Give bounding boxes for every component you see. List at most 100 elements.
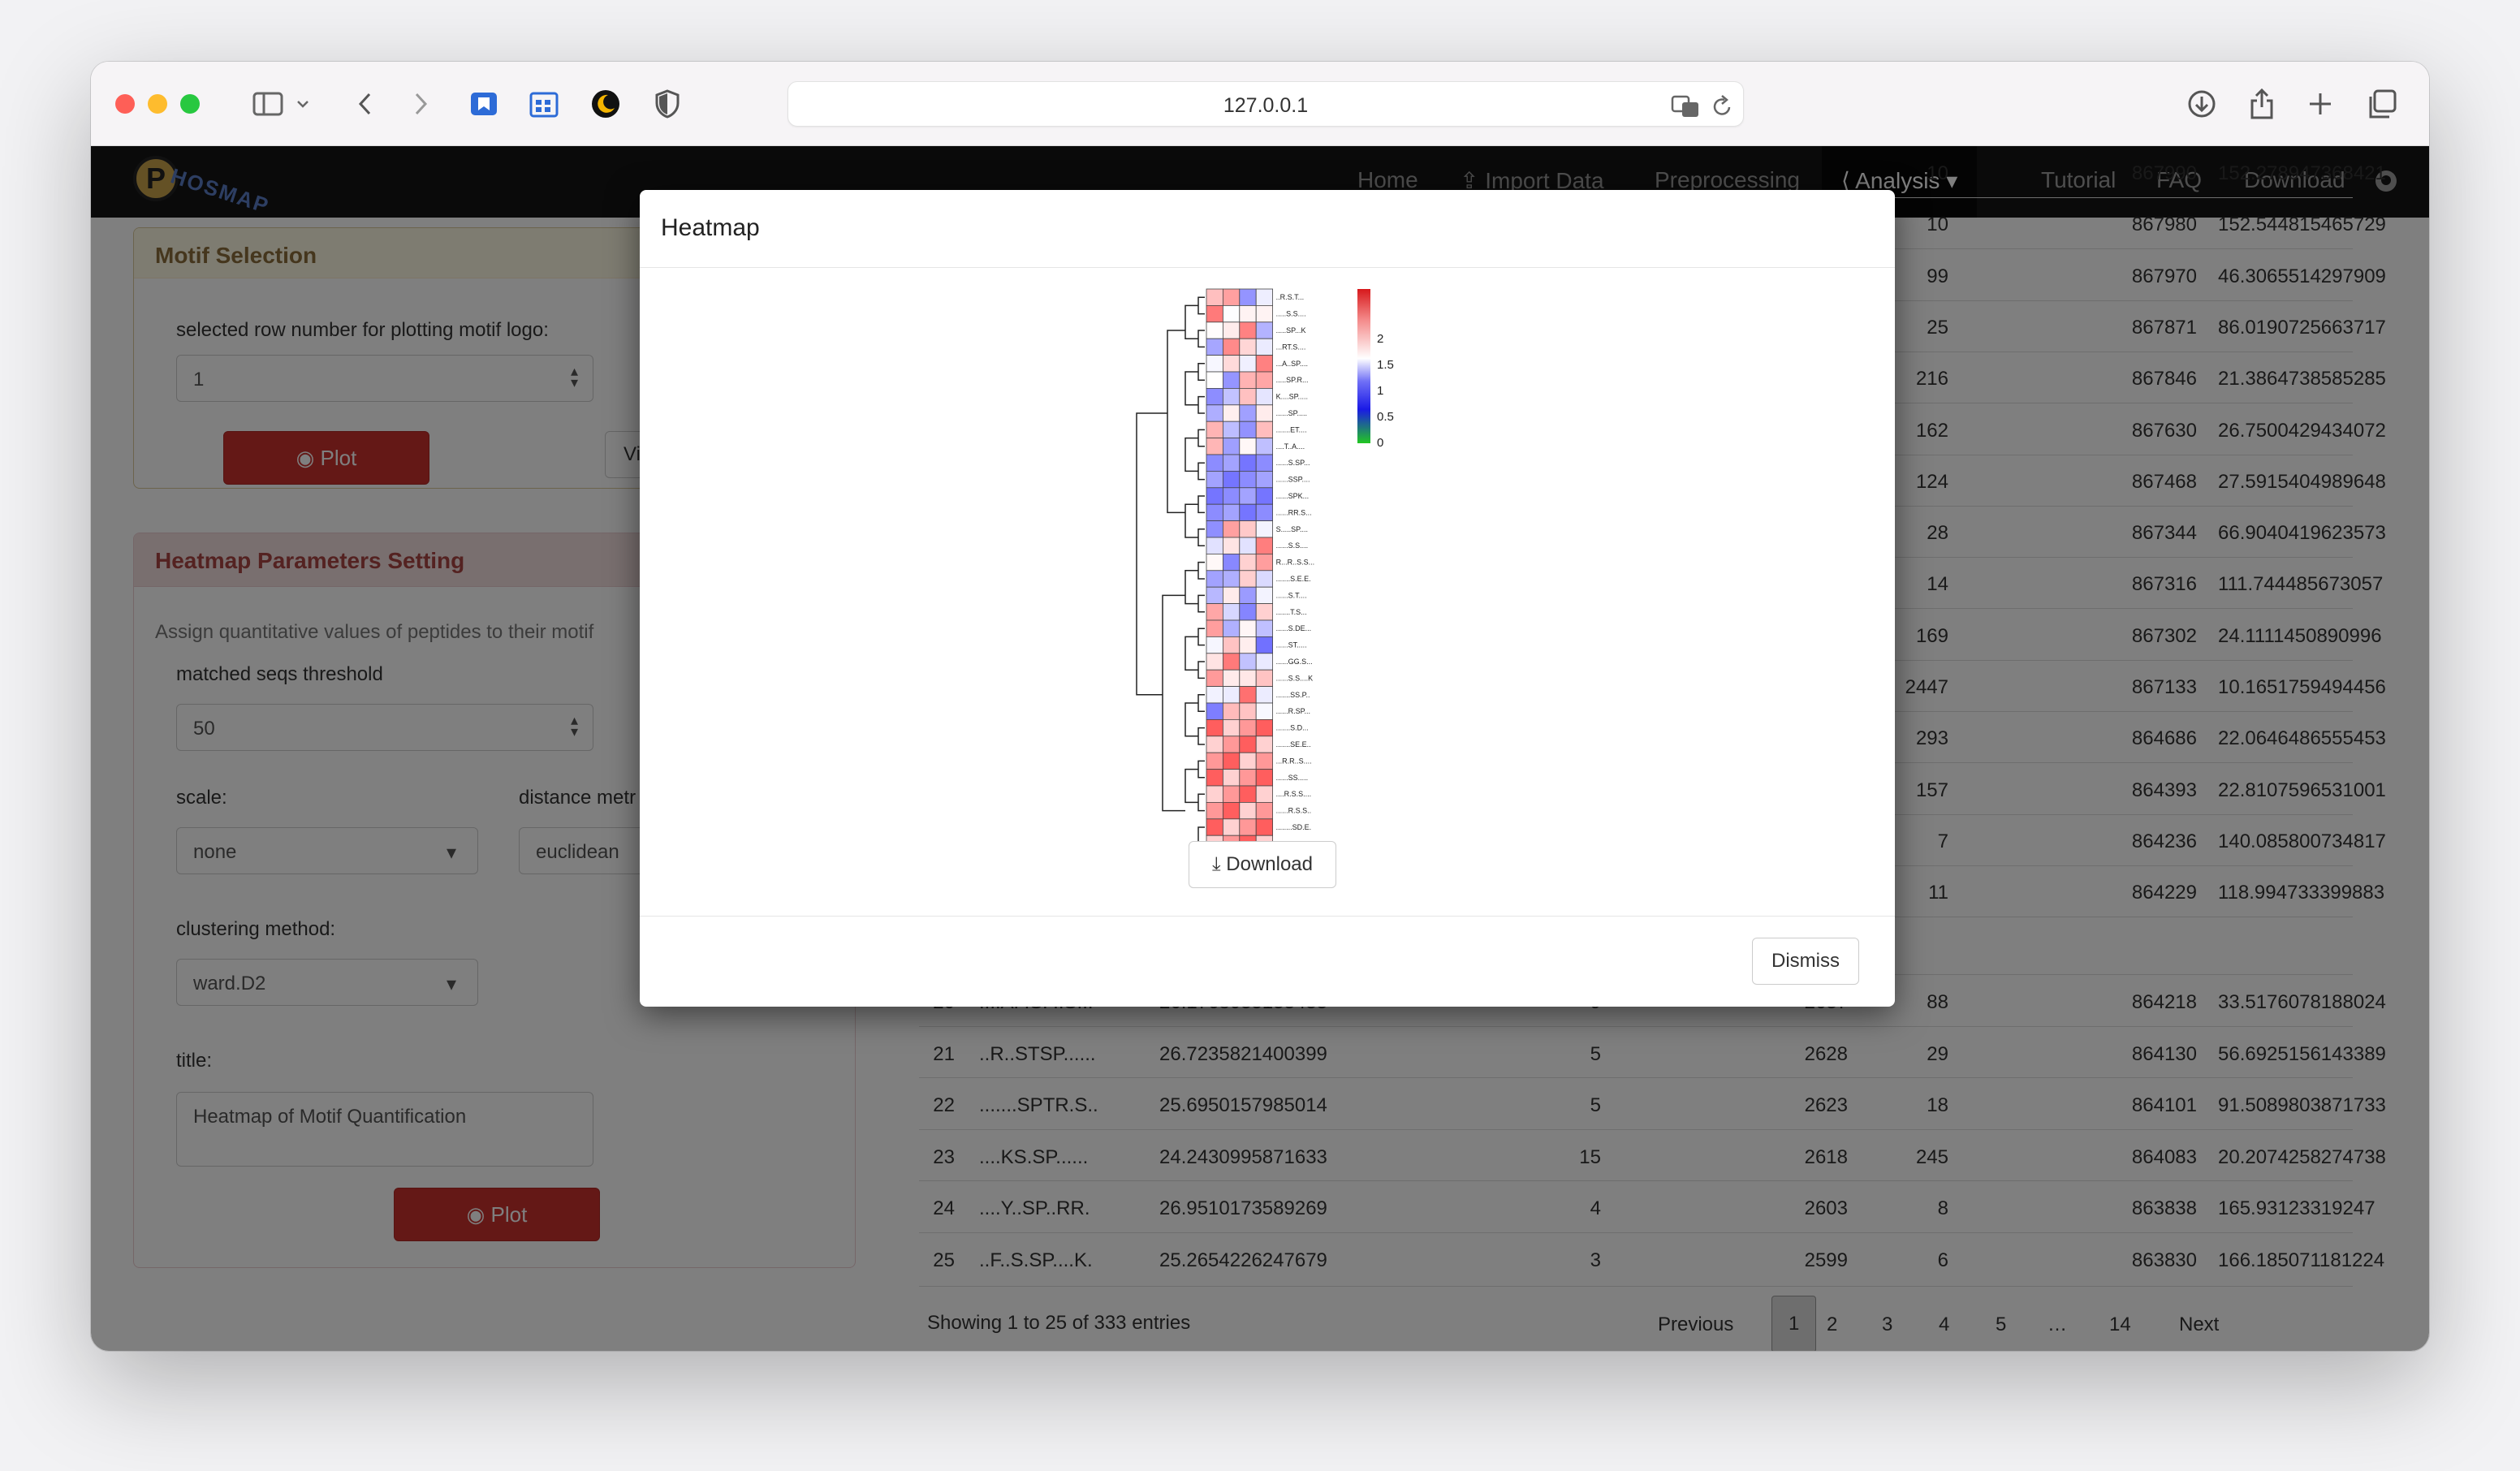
back-icon[interactable] — [352, 86, 377, 122]
heatmap-cell — [1223, 438, 1241, 455]
heatmap-cell — [1223, 586, 1241, 605]
heatmap-cell — [1223, 305, 1241, 323]
reload-icon[interactable] — [1709, 88, 1735, 124]
heatmap-cell — [1239, 719, 1257, 737]
heatmap-cell — [1223, 818, 1241, 836]
extension-moon-icon[interactable] — [588, 86, 624, 122]
heatmap-row-label: ..R.S.T... — [1276, 293, 1305, 301]
tabs-icon[interactable] — [2364, 86, 2400, 122]
heatmap-cell — [1223, 702, 1241, 720]
heatmap-cell — [1223, 288, 1241, 306]
heatmap-cell — [1206, 438, 1223, 455]
heatmap-cell — [1255, 355, 1274, 373]
heatmap-cell — [1223, 338, 1241, 356]
download-icon: ⤓ — [1211, 853, 1227, 875]
heatmap-cell — [1206, 702, 1223, 720]
translate-icon[interactable] — [1670, 88, 1702, 124]
heatmap-cell — [1206, 619, 1223, 637]
heatmap-cell — [1255, 570, 1274, 588]
address-bar[interactable]: 127.0.0.1 — [788, 81, 1744, 127]
maximize-window-button[interactable] — [180, 94, 200, 114]
heatmap-cell — [1239, 636, 1257, 654]
heatmap-cell — [1239, 438, 1257, 455]
download-icon[interactable] — [2184, 86, 2220, 122]
heatmap-cell — [1255, 736, 1274, 753]
heatmap-cell — [1223, 421, 1241, 438]
heatmap-cell — [1255, 487, 1274, 505]
heatmap-cell — [1206, 818, 1223, 836]
modal-footer: Dismiss — [640, 916, 1895, 1007]
heatmap-cell — [1239, 387, 1257, 406]
color-legend-bar — [1357, 289, 1370, 443]
extension-shield-icon[interactable] — [649, 86, 685, 122]
heatmap-cell — [1239, 288, 1257, 306]
heatmap-cell — [1255, 470, 1274, 489]
heatmap-cell — [1239, 553, 1257, 572]
heatmap-cell — [1223, 619, 1241, 637]
heatmap-row-label: ......ST..... — [1276, 641, 1307, 649]
minimize-window-button[interactable] — [148, 94, 167, 114]
heatmap-cell — [1206, 387, 1223, 406]
color-legend-tick: 0 — [1377, 436, 1383, 450]
heatmap-row-label: ......SS..... — [1276, 774, 1309, 782]
heatmap-row-label: ......R.S.S.. — [1276, 807, 1312, 815]
modal-title: Heatmap — [661, 214, 760, 241]
heatmap-cell — [1223, 454, 1241, 472]
forward-icon[interactable] — [409, 86, 434, 122]
heatmap-cell — [1255, 636, 1274, 654]
heatmap-row-label: ........SD.E. — [1276, 823, 1312, 831]
heatmap-cell — [1255, 338, 1274, 356]
sidebar-icon[interactable] — [250, 86, 286, 122]
heatmap-row-label: K....SP..... — [1276, 393, 1308, 401]
heatmap-row-label: ......S.DE... — [1276, 624, 1312, 632]
heatmap-cell — [1223, 503, 1241, 522]
heatmap-cell — [1239, 355, 1257, 373]
new-tab-icon[interactable] — [2302, 86, 2338, 122]
heatmap-cell — [1223, 371, 1241, 389]
share-icon[interactable] — [2244, 86, 2280, 122]
close-window-button[interactable] — [115, 94, 135, 114]
heatmap-row-label: ......S.T.... — [1276, 591, 1307, 599]
heatmap-cell — [1255, 752, 1274, 770]
heatmap-cell — [1239, 421, 1257, 438]
heatmap-cell — [1223, 570, 1241, 588]
heatmap-cell — [1255, 454, 1274, 472]
heatmap-row-label: ......SP..... — [1276, 409, 1307, 417]
heatmap-row-label: ......SPK... — [1276, 492, 1310, 500]
heatmap-cell — [1239, 686, 1257, 704]
heatmap-cell — [1239, 818, 1257, 836]
heatmap-cell — [1206, 404, 1223, 422]
heatmap-cell — [1239, 454, 1257, 472]
dismiss-label: Dismiss — [1771, 950, 1840, 972]
heatmap-cell — [1239, 586, 1257, 605]
heatmap-cell — [1206, 520, 1223, 538]
heatmap-cell — [1223, 487, 1241, 505]
heatmap-modal: Heatmap ..R.S.T... .....S.S.... .....SP...… — [640, 190, 1895, 1007]
heatmap-row-label: .......SE.E.. — [1276, 740, 1311, 748]
extension-calendar-icon[interactable] — [526, 86, 562, 122]
dismiss-button[interactable]: Dismiss — [1752, 938, 1859, 985]
heatmap-cell — [1255, 669, 1274, 688]
heatmap-cell — [1206, 736, 1223, 753]
heatmap-row-label: ......R.SP... — [1276, 707, 1310, 715]
extension-bookmark-icon[interactable] — [466, 86, 502, 122]
heatmap-cell — [1255, 438, 1274, 455]
heatmap-cell — [1239, 404, 1257, 422]
download-button[interactable]: ⤓ Download — [1189, 841, 1336, 888]
heatmap-cell — [1255, 520, 1274, 538]
heatmap-cell — [1223, 553, 1241, 572]
heatmap-cell — [1223, 669, 1241, 688]
heatmap-cell — [1255, 719, 1274, 737]
heatmap-cell — [1223, 520, 1241, 538]
chevron-down-icon[interactable] — [294, 86, 312, 122]
heatmap-cell — [1255, 503, 1274, 522]
heatmap-cell — [1206, 537, 1223, 554]
heatmap-row-label: ......S.S.... — [1276, 541, 1309, 550]
heatmap-cell — [1206, 503, 1223, 522]
heatmap-cell — [1206, 371, 1223, 389]
heatmap-cell — [1239, 305, 1257, 323]
heatmap-row-label: .......ET.... — [1276, 425, 1307, 434]
heatmap-cell — [1255, 387, 1274, 406]
heatmap-cell — [1255, 818, 1274, 836]
heatmap-cell — [1239, 570, 1257, 588]
